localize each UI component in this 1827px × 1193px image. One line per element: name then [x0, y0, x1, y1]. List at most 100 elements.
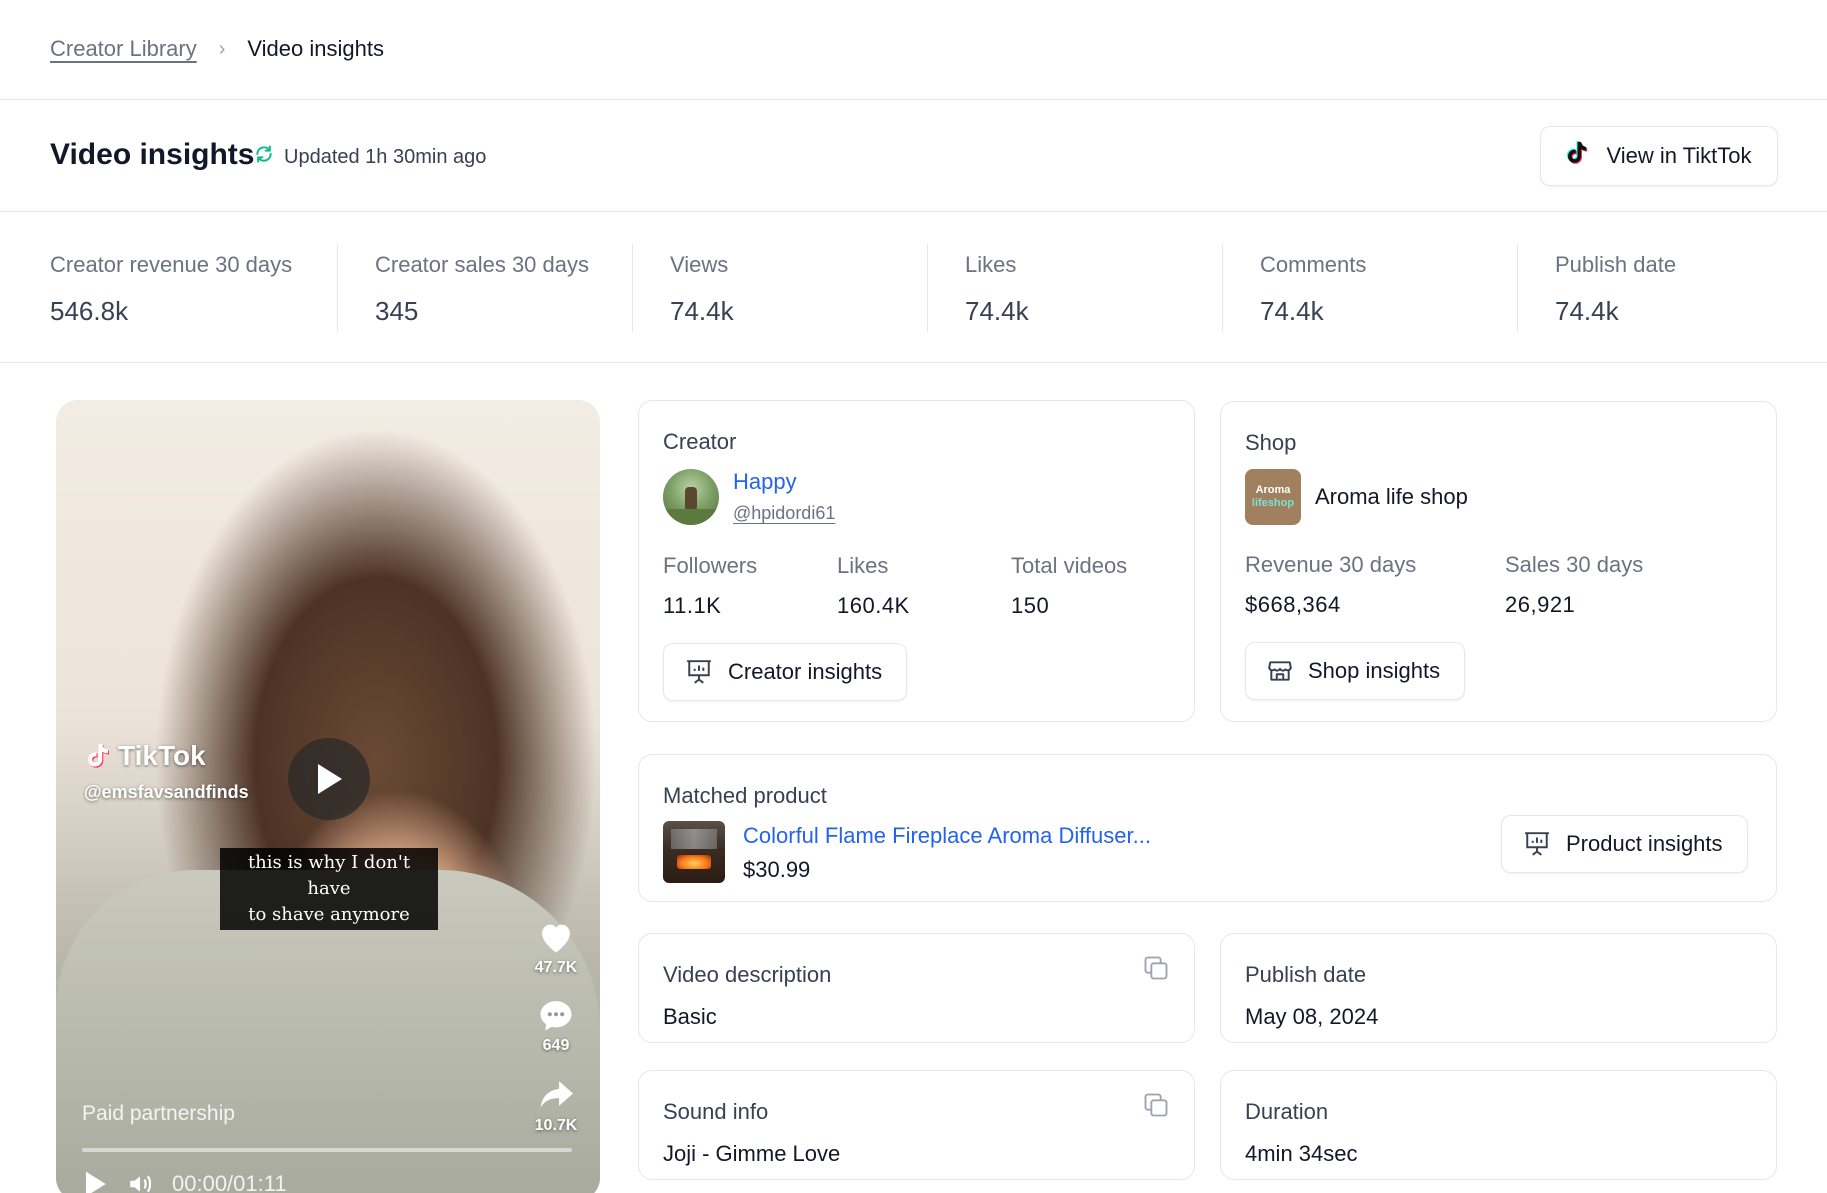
card-title: Duration	[1245, 1099, 1329, 1124]
video-caption: this is why I don't have to shave anymor…	[220, 848, 438, 930]
duration-card: Duration 4min 34sec	[1220, 1070, 1777, 1180]
stat-value: $668,364	[1245, 592, 1341, 617]
video-progress-bar[interactable]	[82, 1148, 572, 1152]
comment-icon	[540, 1001, 572, 1031]
caption-line: this is why I don't have	[247, 852, 411, 899]
card-title: Publish date	[1245, 962, 1367, 987]
matched-product-card: Matched product Colorful Flame Fireplace…	[638, 754, 1777, 902]
share-action[interactable]: 10.7K	[526, 1078, 586, 1135]
video-controls: 00:00/01:11	[82, 1170, 287, 1193]
shop-logo-bottom: lifeshop	[1251, 497, 1295, 509]
card-title: Shop	[1245, 430, 1297, 455]
stat-value: 546.8k	[50, 296, 129, 326]
creator-likes: Likes 160.4K	[837, 553, 910, 619]
avatar[interactable]	[663, 469, 719, 525]
caption-line: to shave anymore	[248, 904, 410, 925]
video-description-value: Basic	[663, 1004, 717, 1029]
creator-name-link[interactable]: Happy	[733, 469, 797, 495]
video-handle: @emsfavsandfinds	[84, 782, 249, 802]
creator-card: Creator Happy @hpidordi61 Followers 11.1…	[638, 400, 1195, 722]
stat-label: Creator sales 30 days	[375, 252, 589, 277]
creator-insights-button[interactable]: Creator insights	[663, 643, 908, 701]
stat-value: 74.4k	[965, 296, 1029, 326]
creator-handle-link[interactable]: @hpidordi61	[733, 503, 835, 524]
copy-icon[interactable]	[1142, 1091, 1170, 1124]
updated-status: Updated 1h 30min ago	[254, 144, 486, 170]
stat-value: 150	[1011, 593, 1050, 618]
like-action[interactable]: 47.7K	[526, 920, 586, 977]
divider	[337, 244, 338, 332]
stat-label: Creator revenue 30 days	[50, 252, 293, 277]
shop-insights-button[interactable]: Shop insights	[1245, 642, 1466, 700]
tiktok-icon	[1566, 140, 1590, 172]
paid-partnership-label: Paid partnership	[82, 1102, 235, 1125]
play-icon[interactable]	[82, 1170, 108, 1193]
share-count: 10.7K	[534, 1117, 578, 1134]
view-in-tiktok-button[interactable]: View in TiktTok	[1540, 126, 1778, 186]
publish-date-card: Publish date May 08, 2024	[1220, 933, 1777, 1043]
tiktok-watermark: TikTok	[86, 740, 206, 772]
tiktok-brand-text: TikTok	[118, 740, 206, 771]
video-player[interactable]: TikTok @emsfavsandfinds this is why I do…	[56, 400, 600, 1193]
stat-creator-revenue: Creator revenue 30 days 546.8k	[50, 252, 292, 327]
stat-value: 160.4K	[837, 593, 910, 618]
volume-icon[interactable]	[126, 1171, 154, 1193]
divider	[1517, 244, 1518, 332]
product-insights-label: Product insights	[1566, 831, 1723, 856]
chevron-right-icon: ›	[218, 37, 226, 60]
product-insights-button[interactable]: Product insights	[1501, 815, 1748, 873]
shop-insights-label: Shop insights	[1308, 658, 1441, 683]
stat-value: 74.4k	[1555, 296, 1619, 326]
stat-creator-sales: Creator sales 30 days 345	[375, 252, 589, 327]
comment-count: 649	[542, 1037, 570, 1054]
shop-revenue: Revenue 30 days $668,364	[1245, 552, 1416, 618]
play-icon	[318, 764, 342, 794]
shop-logo[interactable]: Aroma lifeshop	[1245, 469, 1301, 525]
presentation-chart-icon	[1525, 832, 1549, 856]
product-price: $30.99	[743, 857, 811, 882]
sound-info-value: Joji - Gimme Love	[663, 1141, 841, 1166]
publish-date-value: May 08, 2024	[1245, 1004, 1379, 1029]
product-thumbnail[interactable]	[663, 821, 725, 883]
breadcrumb-current: Video insights	[247, 36, 384, 61]
comment-action[interactable]: 649	[526, 998, 586, 1055]
copy-icon[interactable]	[1142, 954, 1170, 987]
card-title: Creator	[663, 429, 737, 454]
shop-name[interactable]: Aroma life shop	[1315, 484, 1468, 510]
stat-likes: Likes 74.4k	[965, 252, 1029, 327]
stat-views: Views 74.4k	[670, 252, 734, 327]
divider	[1222, 244, 1223, 332]
duration-value: 4min 34sec	[1245, 1141, 1358, 1166]
page-title: Video insights	[50, 138, 255, 171]
stat-label: Comments	[1260, 252, 1367, 277]
stat-label: Likes	[837, 553, 889, 578]
creator-insights-label: Creator insights	[728, 659, 883, 684]
presentation-chart-icon	[687, 660, 711, 684]
breadcrumb: Creator Library › Video insights	[50, 36, 384, 62]
creator-followers: Followers 11.1K	[663, 553, 757, 619]
video-time: 00:00/01:11	[172, 1171, 287, 1193]
divider	[0, 211, 1827, 212]
play-button[interactable]	[288, 738, 370, 820]
refresh-icon[interactable]	[254, 144, 274, 170]
card-title: Matched product	[663, 783, 827, 808]
divider	[0, 362, 1827, 363]
stat-label: Followers	[663, 553, 758, 578]
card-title: Video description	[663, 962, 832, 987]
divider	[927, 244, 928, 332]
stat-value: 11.1K	[663, 593, 722, 618]
tiktok-icon	[88, 744, 109, 768]
creator-total-videos: Total videos 150	[1011, 553, 1127, 619]
stat-publish-date: Publish date 74.4k	[1555, 252, 1676, 327]
stat-value: 26,921	[1505, 592, 1576, 617]
shop-sales: Sales 30 days 26,921	[1505, 552, 1643, 618]
shop-card: Shop Aroma lifeshop Aroma life shop Reve…	[1220, 401, 1777, 722]
product-name-link[interactable]: Colorful Flame Fireplace Aroma Diffuser.…	[743, 823, 1151, 849]
stat-label: Sales 30 days	[1505, 552, 1644, 577]
card-title: Sound info	[663, 1099, 769, 1124]
view-in-tiktok-label: View in TiktTok	[1606, 143, 1752, 168]
video-description-card: Video description Basic	[638, 933, 1195, 1043]
stat-label: Likes	[965, 252, 1017, 277]
breadcrumb-creator-library-link[interactable]: Creator Library	[50, 36, 197, 62]
shop-logo-top: Aroma	[1255, 484, 1291, 496]
